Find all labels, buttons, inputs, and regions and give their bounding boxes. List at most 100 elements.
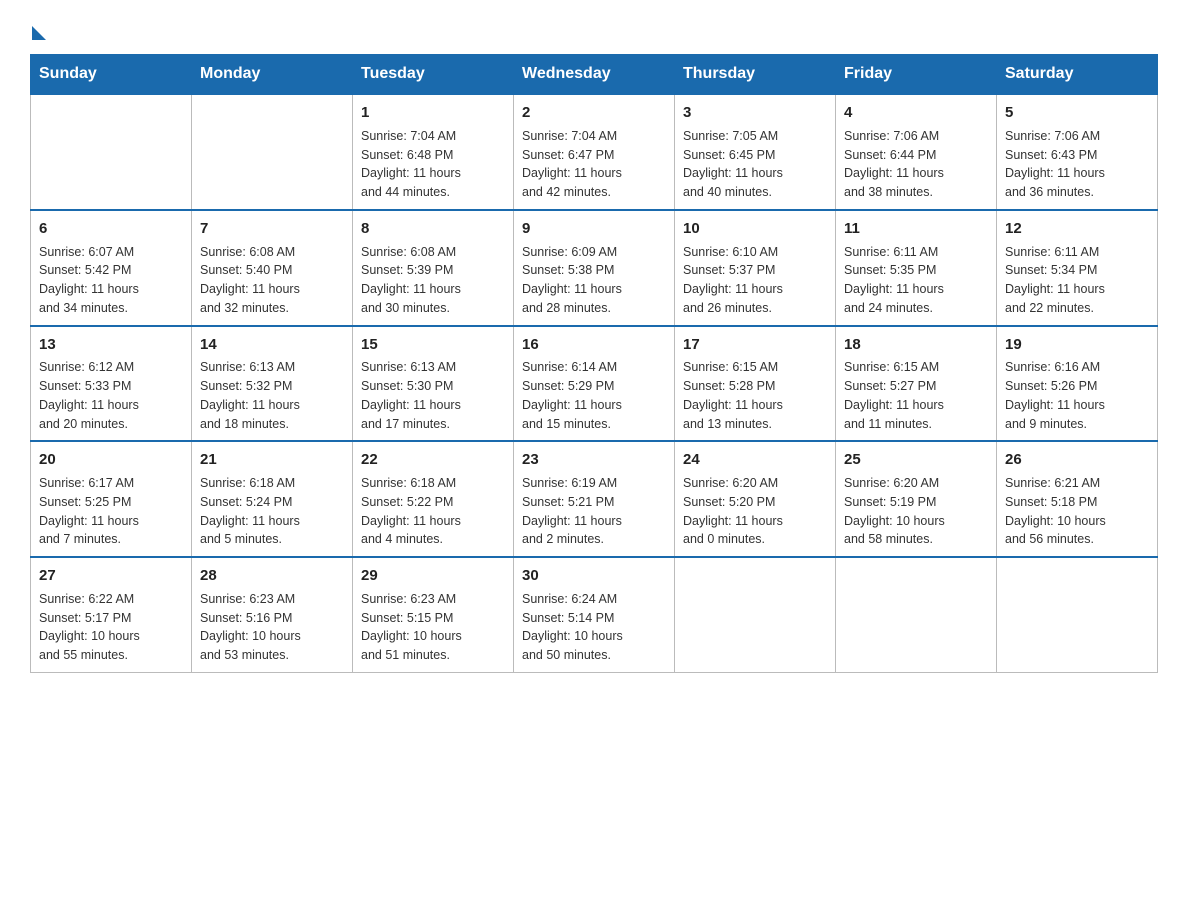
weekday-header-sunday: Sunday	[31, 55, 192, 95]
calendar-week-3: 13Sunrise: 6:12 AM Sunset: 5:33 PM Dayli…	[31, 326, 1158, 442]
day-info: Sunrise: 6:10 AM Sunset: 5:37 PM Dayligh…	[683, 243, 827, 318]
day-info: Sunrise: 6:20 AM Sunset: 5:20 PM Dayligh…	[683, 474, 827, 549]
day-info: Sunrise: 6:13 AM Sunset: 5:30 PM Dayligh…	[361, 358, 505, 433]
calendar-cell: 9Sunrise: 6:09 AM Sunset: 5:38 PM Daylig…	[514, 210, 675, 326]
day-number: 23	[522, 449, 666, 471]
calendar-cell	[675, 557, 836, 672]
calendar-cell: 8 Sunrise: 6:08 AM Sunset: 5:39 PM Daylig…	[353, 210, 514, 326]
day-info: Sunrise: 6:16 AM Sunset: 5:26 PM Dayligh…	[1005, 358, 1149, 433]
calendar-week-1: 1Sunrise: 7:04 AM Sunset: 6:48 PM Daylig…	[31, 94, 1158, 210]
day-info: Sunrise: 6:23 AM Sunset: 5:16 PM Dayligh…	[200, 590, 344, 665]
day-info: Sunrise: 6:11 AM Sunset: 5:35 PM Dayligh…	[844, 243, 988, 318]
day-number: 5	[1005, 102, 1149, 124]
logo-triangle-icon	[32, 26, 46, 40]
calendar-cell: 5Sunrise: 7:06 AM Sunset: 6:43 PM Daylig…	[997, 94, 1158, 210]
day-info: Sunrise: 6:15 AM Sunset: 5:27 PM Dayligh…	[844, 358, 988, 433]
day-number: 2	[522, 102, 666, 124]
day-info: Sunrise: 6:19 AM Sunset: 5:21 PM Dayligh…	[522, 474, 666, 549]
day-info: Sunrise: 6:13 AM Sunset: 5:32 PM Dayligh…	[200, 358, 344, 433]
day-number: 25	[844, 449, 988, 471]
day-info: Sunrise: 6:22 AM Sunset: 5:17 PM Dayligh…	[39, 590, 183, 665]
calendar-cell: 25 Sunrise: 6:20 AM Sunset: 5:19 PM Dayli…	[836, 441, 997, 557]
day-info: Sunrise: 6:08 AM Sunset: 5:39 PM Dayligh…	[361, 243, 505, 318]
day-info: Sunrise: 6:12 AM Sunset: 5:33 PM Dayligh…	[39, 358, 183, 433]
calendar-cell: 28 Sunrise: 6:23 AM Sunset: 5:16 PM Dayli…	[192, 557, 353, 672]
calendar-cell: 10 Sunrise: 6:10 AM Sunset: 5:37 PM Dayli…	[675, 210, 836, 326]
day-info: Sunrise: 7:05 AM Sunset: 6:45 PM Dayligh…	[683, 127, 827, 202]
day-info: Sunrise: 6:23 AM Sunset: 5:15 PM Dayligh…	[361, 590, 505, 665]
calendar-cell: 2 Sunrise: 7:04 AM Sunset: 6:47 PM Daylig…	[514, 94, 675, 210]
weekday-header-monday: Monday	[192, 55, 353, 95]
calendar-cell: 13Sunrise: 6:12 AM Sunset: 5:33 PM Dayli…	[31, 326, 192, 442]
calendar-cell: 21 Sunrise: 6:18 AM Sunset: 5:24 PM Dayli…	[192, 441, 353, 557]
calendar-cell: 24 Sunrise: 6:20 AM Sunset: 5:20 PM Dayli…	[675, 441, 836, 557]
day-number: 10	[683, 218, 827, 240]
day-number: 13	[39, 334, 183, 356]
calendar-cell: 26 Sunrise: 6:21 AM Sunset: 5:18 PM Dayli…	[997, 441, 1158, 557]
calendar-cell: 27 Sunrise: 6:22 AM Sunset: 5:17 PM Dayli…	[31, 557, 192, 672]
day-number: 26	[1005, 449, 1149, 471]
day-number: 4	[844, 102, 988, 124]
calendar-cell: 14Sunrise: 6:13 AM Sunset: 5:32 PM Dayli…	[192, 326, 353, 442]
calendar-body: 1Sunrise: 7:04 AM Sunset: 6:48 PM Daylig…	[31, 94, 1158, 672]
calendar-cell: 4 Sunrise: 7:06 AM Sunset: 6:44 PM Daylig…	[836, 94, 997, 210]
day-info: Sunrise: 6:15 AM Sunset: 5:28 PM Dayligh…	[683, 358, 827, 433]
day-number: 27	[39, 565, 183, 587]
day-info: Sunrise: 6:24 AM Sunset: 5:14 PM Dayligh…	[522, 590, 666, 665]
day-number: 30	[522, 565, 666, 587]
day-number: 15	[361, 334, 505, 356]
weekday-header-saturday: Saturday	[997, 55, 1158, 95]
calendar-cell: 1Sunrise: 7:04 AM Sunset: 6:48 PM Daylig…	[353, 94, 514, 210]
day-number: 8	[361, 218, 505, 240]
calendar-cell: 30 Sunrise: 6:24 AM Sunset: 5:14 PM Dayli…	[514, 557, 675, 672]
calendar-cell: 12 Sunrise: 6:11 AM Sunset: 5:34 PM Dayli…	[997, 210, 1158, 326]
calendar-cell: 7 Sunrise: 6:08 AM Sunset: 5:40 PM Daylig…	[192, 210, 353, 326]
calendar-week-2: 6 Sunrise: 6:07 AM Sunset: 5:42 PM Daylig…	[31, 210, 1158, 326]
day-info: Sunrise: 6:07 AM Sunset: 5:42 PM Dayligh…	[39, 243, 183, 318]
calendar-week-4: 20 Sunrise: 6:17 AM Sunset: 5:25 PM Dayli…	[31, 441, 1158, 557]
day-number: 20	[39, 449, 183, 471]
calendar-cell	[31, 94, 192, 210]
logo	[30, 20, 46, 36]
weekday-header-row: SundayMondayTuesdayWednesdayThursdayFrid…	[31, 55, 1158, 95]
calendar-cell: 17Sunrise: 6:15 AM Sunset: 5:28 PM Dayli…	[675, 326, 836, 442]
day-number: 3	[683, 102, 827, 124]
day-info: Sunrise: 6:11 AM Sunset: 5:34 PM Dayligh…	[1005, 243, 1149, 318]
calendar-table: SundayMondayTuesdayWednesdayThursdayFrid…	[30, 54, 1158, 673]
calendar-header: SundayMondayTuesdayWednesdayThursdayFrid…	[31, 55, 1158, 95]
calendar-cell: 29Sunrise: 6:23 AM Sunset: 5:15 PM Dayli…	[353, 557, 514, 672]
day-info: Sunrise: 7:04 AM Sunset: 6:47 PM Dayligh…	[522, 127, 666, 202]
weekday-header-tuesday: Tuesday	[353, 55, 514, 95]
calendar-cell: 15Sunrise: 6:13 AM Sunset: 5:30 PM Dayli…	[353, 326, 514, 442]
day-info: Sunrise: 6:21 AM Sunset: 5:18 PM Dayligh…	[1005, 474, 1149, 549]
calendar-cell: 18Sunrise: 6:15 AM Sunset: 5:27 PM Dayli…	[836, 326, 997, 442]
day-number: 7	[200, 218, 344, 240]
day-number: 17	[683, 334, 827, 356]
day-number: 22	[361, 449, 505, 471]
calendar-cell: 6 Sunrise: 6:07 AM Sunset: 5:42 PM Daylig…	[31, 210, 192, 326]
day-info: Sunrise: 6:18 AM Sunset: 5:24 PM Dayligh…	[200, 474, 344, 549]
calendar-cell: 16Sunrise: 6:14 AM Sunset: 5:29 PM Dayli…	[514, 326, 675, 442]
day-number: 9	[522, 218, 666, 240]
day-info: Sunrise: 6:14 AM Sunset: 5:29 PM Dayligh…	[522, 358, 666, 433]
weekday-header-wednesday: Wednesday	[514, 55, 675, 95]
day-number: 12	[1005, 218, 1149, 240]
day-number: 21	[200, 449, 344, 471]
calendar-cell	[836, 557, 997, 672]
day-number: 14	[200, 334, 344, 356]
calendar-week-5: 27 Sunrise: 6:22 AM Sunset: 5:17 PM Dayli…	[31, 557, 1158, 672]
day-number: 18	[844, 334, 988, 356]
calendar-cell: 23 Sunrise: 6:19 AM Sunset: 5:21 PM Dayli…	[514, 441, 675, 557]
page-header	[30, 20, 1158, 36]
calendar-cell	[192, 94, 353, 210]
calendar-cell: 19Sunrise: 6:16 AM Sunset: 5:26 PM Dayli…	[997, 326, 1158, 442]
calendar-cell: 11Sunrise: 6:11 AM Sunset: 5:35 PM Dayli…	[836, 210, 997, 326]
day-number: 24	[683, 449, 827, 471]
day-number: 6	[39, 218, 183, 240]
day-info: Sunrise: 7:06 AM Sunset: 6:44 PM Dayligh…	[844, 127, 988, 202]
day-info: Sunrise: 6:20 AM Sunset: 5:19 PM Dayligh…	[844, 474, 988, 549]
day-info: Sunrise: 6:17 AM Sunset: 5:25 PM Dayligh…	[39, 474, 183, 549]
weekday-header-friday: Friday	[836, 55, 997, 95]
day-info: Sunrise: 6:08 AM Sunset: 5:40 PM Dayligh…	[200, 243, 344, 318]
day-number: 28	[200, 565, 344, 587]
